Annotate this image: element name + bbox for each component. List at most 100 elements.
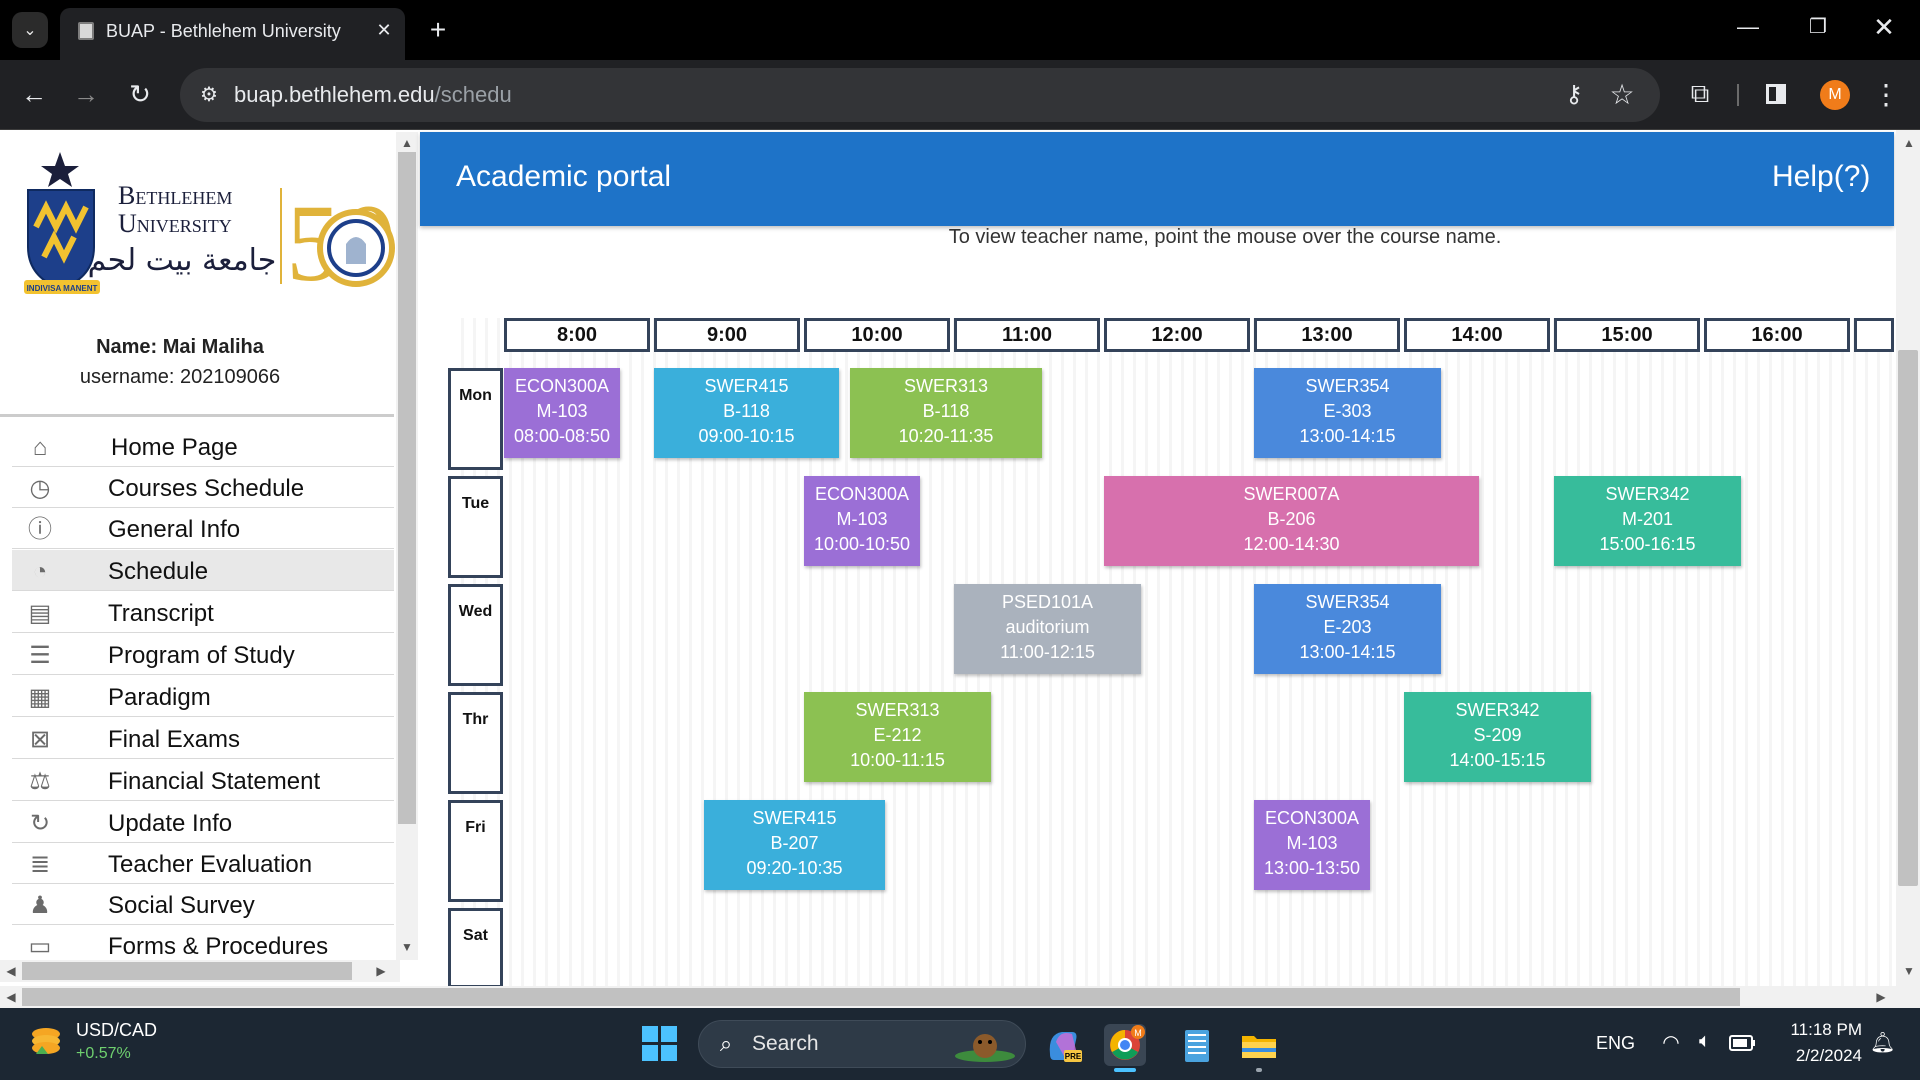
back-icon[interactable]: ← bbox=[14, 74, 54, 114]
scroll-left-icon[interactable]: ◀ bbox=[2, 988, 20, 1006]
courses-schedule-icon: ◷ bbox=[29, 475, 51, 502]
course-code: SWER313 bbox=[855, 700, 940, 720]
course-room: B-206 bbox=[1267, 509, 1316, 529]
open-app-indicator bbox=[1256, 1068, 1262, 1072]
side-panel-icon[interactable] bbox=[1762, 80, 1794, 110]
course-time: 10:20-11:35 bbox=[898, 426, 994, 446]
course-room: E-212 bbox=[873, 725, 922, 745]
course-block[interactable]: ECON300A M-103 10:00-10:50 bbox=[804, 476, 920, 566]
logo-motto: INDIVISA MANENT bbox=[27, 284, 98, 293]
sidebar-item-label: Program of Study bbox=[108, 642, 295, 669]
url-text[interactable]: buap.bethlehem.edu/schedu bbox=[234, 80, 934, 110]
sidebar-vertical-scroll-thumb[interactable] bbox=[398, 152, 416, 824]
scroll-up-icon[interactable]: ▲ bbox=[398, 134, 416, 152]
sidebar-item-final-exams[interactable]: ⊠ Final Exams bbox=[12, 718, 394, 759]
course-block[interactable]: SWER354 E-203 13:00-14:15 bbox=[1254, 584, 1441, 674]
copilot-icon[interactable]: PRE bbox=[1042, 1024, 1084, 1066]
file-explorer-icon[interactable] bbox=[1238, 1024, 1280, 1066]
course-time: 09:00-10:15 bbox=[698, 426, 795, 446]
page-vertical-scroll-thumb[interactable] bbox=[1898, 350, 1918, 886]
scroll-down-icon[interactable]: ▼ bbox=[398, 938, 416, 956]
page-title: Academic portal bbox=[456, 160, 672, 193]
scroll-down-icon[interactable]: ▼ bbox=[1900, 962, 1918, 980]
reload-icon[interactable]: ↻ bbox=[120, 74, 160, 114]
sidebar-divider bbox=[0, 414, 394, 417]
course-block[interactable]: SWER415 B-207 09:20-10:35 bbox=[704, 800, 885, 890]
time-header: 8:00 bbox=[504, 318, 650, 352]
course-block[interactable]: SWER415 B-118 09:00-10:15 bbox=[654, 368, 839, 458]
new-tab-button[interactable]: + bbox=[422, 16, 454, 46]
page-horizontal-scroll-thumb[interactable] bbox=[22, 988, 1740, 1006]
tab-close-icon[interactable]: ✕ bbox=[372, 18, 396, 42]
sidebar-item-financial-statement[interactable]: ⚖ Financial Statement bbox=[12, 760, 394, 801]
sidebar-item-update-info[interactable]: ↻ Update Info bbox=[12, 802, 394, 843]
sidebar-item-program-of-study[interactable]: ☰ Program of Study bbox=[12, 634, 394, 675]
site-info-icon[interactable]: ⚙ bbox=[196, 82, 222, 108]
scroll-right-icon[interactable]: ▶ bbox=[1872, 988, 1890, 1006]
language-indicator[interactable]: ENG bbox=[1596, 1033, 1635, 1054]
course-block[interactable]: ECON300A M-103 08:00-08:50 bbox=[504, 368, 620, 458]
sidebar-item-label: Courses Schedule bbox=[108, 475, 305, 502]
sidebar-item-schedule[interactable]: ◔ Schedule bbox=[12, 550, 394, 591]
course-block[interactable]: ECON300A M-103 13:00-13:50 bbox=[1254, 800, 1370, 890]
tab-dropdown-icon[interactable]: ⌄ bbox=[12, 12, 48, 48]
sidebar-item-social-survey[interactable]: ♟ Social Survey bbox=[12, 884, 394, 925]
sidebar-item-forms-procedures[interactable]: ▭ Forms & Procedures bbox=[12, 925, 394, 961]
time-header: 14:00 bbox=[1404, 318, 1550, 352]
course-room: B-118 bbox=[922, 401, 970, 421]
student-username: username: 202109066 bbox=[79, 366, 281, 388]
sidebar-item-home-page[interactable]: ⌂ Home Page bbox=[12, 426, 394, 467]
profile-avatar[interactable]: M bbox=[1820, 80, 1850, 110]
forward-icon[interactable]: → bbox=[66, 74, 106, 114]
sidebar-item-label: Forms & Procedures bbox=[108, 933, 329, 960]
course-block[interactable]: SWER313 B-118 10:20-11:35 bbox=[850, 368, 1042, 458]
sidebar-item-paradigm[interactable]: ▦ Paradigm bbox=[12, 676, 394, 717]
course-block[interactable]: SWER313 E-212 10:00-11:15 bbox=[804, 692, 991, 782]
sidebar-item-courses-schedule[interactable]: ◷ Courses Schedule bbox=[12, 467, 394, 508]
sidebar-item-teacher-evaluation[interactable]: ≣ Teacher Evaluation bbox=[12, 843, 394, 884]
scroll-left-icon[interactable]: ◀ bbox=[2, 962, 20, 980]
time-header: 16:00 bbox=[1704, 318, 1850, 352]
volume-icon[interactable]: 🔈︎ bbox=[1692, 1030, 1718, 1056]
currency-widget-icon[interactable] bbox=[28, 1024, 64, 1058]
course-block[interactable]: SWER342 M-201 15:00-16:15 bbox=[1554, 476, 1741, 566]
windows-start-icon[interactable] bbox=[642, 1026, 678, 1062]
clock-time[interactable]: 11:18 PM bbox=[1766, 1020, 1862, 1040]
course-time: 13:00-13:50 bbox=[1263, 858, 1361, 878]
help-link[interactable]: Help(?) bbox=[1772, 160, 1870, 194]
window-minimize-icon[interactable]: — bbox=[1730, 14, 1766, 44]
widget-title[interactable]: USD/CAD bbox=[76, 1020, 157, 1041]
svg-text:M: M bbox=[1134, 1028, 1142, 1038]
scroll-right-icon[interactable]: ▶ bbox=[372, 962, 390, 980]
day-header-thr: Thr bbox=[448, 692, 503, 794]
sidebar-item-label: Teacher Evaluation bbox=[108, 851, 313, 878]
day-header-tue: Tue bbox=[448, 476, 503, 578]
course-time: 10:00-10:50 bbox=[813, 534, 911, 554]
sidebar-item-general-info[interactable]: ⓘ General Info bbox=[12, 508, 394, 549]
course-code: ECON300A bbox=[814, 484, 910, 504]
chrome-icon[interactable]: M bbox=[1104, 1024, 1146, 1066]
chrome-menu-icon[interactable]: ⋮ bbox=[1872, 78, 1900, 112]
sidebar-item-transcript[interactable]: ▤ Transcript bbox=[12, 592, 394, 633]
scroll-up-icon[interactable]: ▲ bbox=[1900, 134, 1918, 152]
notification-bell-icon[interactable]: 🔔︎ bbox=[1870, 1030, 1895, 1056]
course-block[interactable]: SWER007A B-206 12:00-14:30 bbox=[1104, 476, 1479, 566]
url-host: buap.bethlehem.edu bbox=[234, 82, 435, 107]
sidebar-item-label: Financial Statement bbox=[108, 768, 321, 795]
extensions-icon[interactable]: ⧉ bbox=[1684, 78, 1716, 110]
course-room: M-201 bbox=[1621, 509, 1674, 529]
window-restore-icon[interactable]: ❐ bbox=[1800, 14, 1836, 44]
sidebar-horizontal-scroll-thumb[interactable] bbox=[22, 962, 352, 980]
course-room: B-118 bbox=[723, 401, 770, 421]
course-block[interactable]: SWER354 E-303 13:00-14:15 bbox=[1254, 368, 1441, 458]
clock-date[interactable]: 2/2/2024 bbox=[1766, 1046, 1862, 1066]
bookmark-star-icon[interactable]: ☆ bbox=[1606, 78, 1638, 110]
course-block[interactable]: SWER342 S-209 14:00-15:15 bbox=[1404, 692, 1591, 782]
wifi-icon[interactable]: ◠ bbox=[1658, 1030, 1684, 1056]
password-key-icon[interactable]: ⚷ bbox=[1558, 80, 1590, 110]
window-close-icon[interactable]: ✕ bbox=[1866, 12, 1902, 46]
notepad-icon[interactable] bbox=[1176, 1024, 1218, 1066]
course-block[interactable]: PSED101A auditorium 11:00-12:15 bbox=[954, 584, 1141, 674]
battery-icon[interactable] bbox=[1728, 1032, 1758, 1054]
course-time: 08:00-08:50 bbox=[513, 426, 611, 446]
